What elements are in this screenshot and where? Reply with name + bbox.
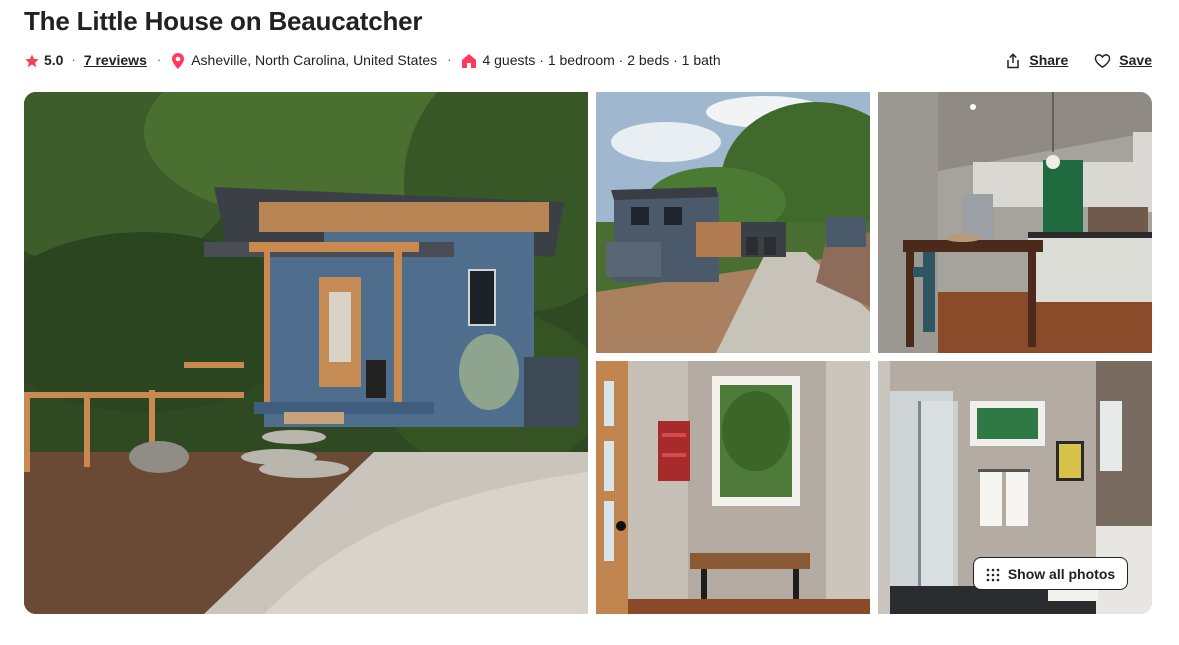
share-button[interactable]: Share [1005, 51, 1068, 68]
separator-dot: · [71, 52, 76, 68]
capacity-text: 4 guests · 1 bedroom · 2 beds · 1 bath [482, 51, 721, 68]
rating-value: 5.0 [44, 51, 64, 68]
listing-title: The Little House on Beaucatcher [24, 6, 423, 36]
star-icon [24, 51, 40, 68]
location-pin-icon [171, 51, 185, 69]
location-text: Asheville, North Carolina, United States [191, 51, 438, 68]
photo-gallery: Show all photos [24, 92, 1152, 614]
show-all-photos-label: Show all photos [1007, 565, 1116, 582]
separator-dot: · [447, 52, 452, 68]
separator-dot: · [156, 52, 162, 68]
heart-icon [1094, 51, 1111, 68]
listing-meta-left: 5.0 · 7 reviews · Asheville, North Carol… [24, 51, 1005, 69]
location: Asheville, North Carolina, United States [171, 51, 438, 69]
photo-exterior-driveway[interactable] [596, 92, 870, 353]
share-label: Share [1029, 51, 1069, 68]
listing-meta-row: 5.0 · 7 reviews · Asheville, North Carol… [24, 50, 1152, 70]
save-button[interactable]: Save [1094, 51, 1152, 68]
show-all-photos-button[interactable]: Show all photos [973, 557, 1128, 590]
save-label: Save [1119, 51, 1152, 68]
share-icon [1005, 51, 1021, 68]
listing-actions: Share Save [1005, 51, 1152, 68]
reviews-link[interactable]: 7 reviews [84, 52, 147, 68]
photo-entry-bench[interactable] [596, 361, 870, 614]
photo-kitchen[interactable] [878, 92, 1152, 353]
rating: 5.0 [24, 51, 63, 68]
home-icon [461, 51, 477, 68]
grid-dots-icon [986, 565, 1000, 581]
photo-exterior-front[interactable] [24, 92, 588, 614]
capacity: 4 guests · 1 bedroom · 2 beds · 1 bath [461, 51, 721, 68]
